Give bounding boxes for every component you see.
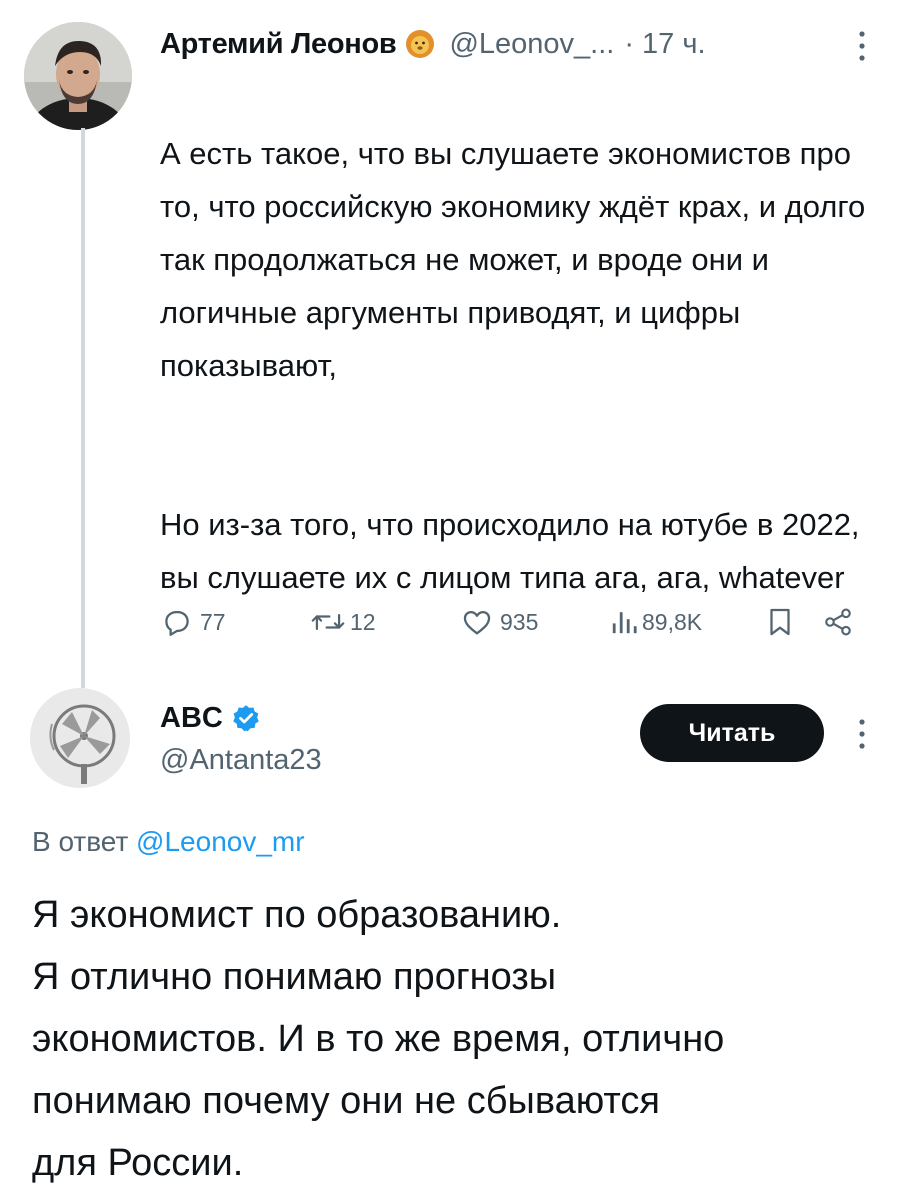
header-separator: · (624, 27, 635, 60)
tweet-time[interactable]: 17 ч. (642, 28, 705, 61)
bookmark-icon (765, 605, 795, 639)
repost-count: 12 (350, 608, 376, 635)
reply-text-line: экономистов. И в то же время, отлично (32, 1018, 725, 1060)
author-handle[interactable]: @Leonov_... (449, 28, 614, 61)
replying-to-handle[interactable]: @Leonov_mr (136, 826, 305, 857)
reply-count: 77 (200, 608, 226, 635)
like-button[interactable]: 935 (460, 600, 538, 644)
reply-author-name-row: ABC (160, 698, 261, 738)
reply-bubble-icon (160, 605, 194, 639)
reply-author-avatar[interactable] (30, 688, 130, 788)
reply-button[interactable]: 77 (160, 600, 226, 644)
replying-to-prefix: В ответ (32, 826, 129, 857)
share-button[interactable] (822, 600, 854, 644)
reply-author-name[interactable]: ABC (160, 702, 223, 735)
reply-author-handle[interactable]: @Antanta23 (160, 744, 322, 777)
views-bars-icon (610, 605, 638, 639)
reply-text-line: понимаю почему они не сбываются (32, 1080, 660, 1122)
more-vertical-icon[interactable] (852, 26, 872, 71)
tweet-text-paragraph-1: А есть такое, что вы слушаете экономисто… (160, 136, 866, 383)
reply-text: Я экономист по образованию. Я отлично по… (32, 884, 902, 1194)
reply-text-line: Я экономист по образованию. (32, 894, 562, 936)
verified-badge-icon (231, 703, 261, 733)
like-count: 935 (500, 608, 539, 635)
views-button[interactable]: 89,8K (610, 600, 702, 644)
author-avatar[interactable] (24, 22, 132, 130)
repost-icon (310, 605, 346, 639)
tweet-text: А есть такое, что вы слушаете экономисто… (160, 74, 890, 657)
thread-line (81, 128, 85, 688)
reply-more-vertical-icon[interactable] (852, 714, 872, 759)
tweet-header: Артемий Леонов @Leonov_... · 17 ч. (160, 22, 706, 66)
heart-icon (460, 605, 494, 639)
share-icon (822, 605, 854, 639)
tweet-text-paragraph-2: Но из-за того, что происходило на ютубе … (160, 507, 860, 595)
views-count: 89,8K (642, 608, 703, 635)
author-name[interactable]: Артемий Леонов (160, 28, 397, 61)
bookmark-button[interactable] (765, 600, 795, 644)
reply-text-line: для России. (32, 1142, 244, 1184)
follow-button[interactable]: Читать (640, 704, 824, 762)
lion-emoji-icon (405, 29, 435, 59)
replying-to: В ответ @Leonov_mr (32, 826, 305, 858)
repost-button[interactable]: 12 (310, 600, 376, 644)
reply-text-line: Я отлично понимаю прогнозы (32, 956, 557, 998)
tweet-actions: 77 12 935 89,8K (160, 600, 860, 644)
